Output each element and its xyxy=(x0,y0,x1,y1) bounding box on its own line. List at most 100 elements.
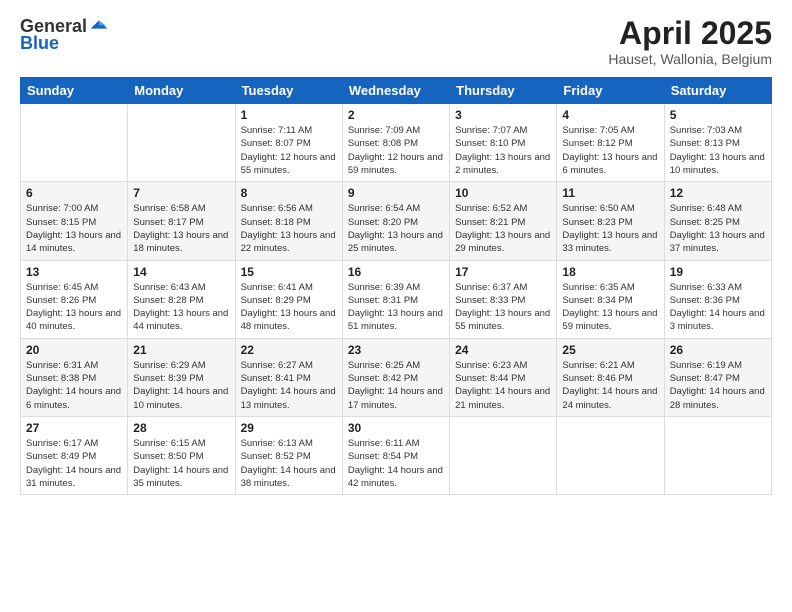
calendar-cell xyxy=(450,416,557,494)
calendar-cell: 25Sunrise: 6:21 AMSunset: 8:46 PMDayligh… xyxy=(557,338,664,416)
day-number: 20 xyxy=(26,343,122,357)
calendar-cell: 11 Sunrise: 6:50 AMSunset: 8:23 PMDayligh… xyxy=(557,182,664,260)
day-info: Sunrise: 6:56 AMSunset: 8:18 PMDaylight:… xyxy=(241,202,337,255)
calendar-header-thursday: Thursday xyxy=(450,78,557,104)
day-info: Sunrise: 6:27 AMSunset: 8:41 PMDaylight:… xyxy=(241,359,337,412)
day-info: Sunrise: 6:19 AMSunset: 8:47 PMDaylight:… xyxy=(670,359,766,412)
day-info: Sunrise: 6:23 AMSunset: 8:44 PMDaylight:… xyxy=(455,359,551,412)
page: General Blue April 2025 Hauset, Wallonia… xyxy=(0,0,792,612)
day-number: 21 xyxy=(133,343,229,357)
calendar-cell: 30Sunrise: 6:11 AMSunset: 8:54 PMDayligh… xyxy=(342,416,449,494)
calendar-header-row: SundayMondayTuesdayWednesdayThursdayFrid… xyxy=(21,78,772,104)
day-info: Sunrise: 6:58 AMSunset: 8:17 PMDaylight:… xyxy=(133,202,229,255)
day-info: Sunrise: 6:43 AMSunset: 8:28 PMDaylight:… xyxy=(133,281,229,334)
calendar-cell: 6Sunrise: 7:00 AMSunset: 8:15 PMDaylight… xyxy=(21,182,128,260)
day-number: 17 xyxy=(455,265,551,279)
day-info: Sunrise: 7:07 AMSunset: 8:10 PMDaylight:… xyxy=(455,124,551,177)
day-info: Sunrise: 6:15 AMSunset: 8:50 PMDaylight:… xyxy=(133,437,229,490)
calendar-week-2: 6Sunrise: 7:00 AMSunset: 8:15 PMDaylight… xyxy=(21,182,772,260)
calendar-cell: 10Sunrise: 6:52 AMSunset: 8:21 PMDayligh… xyxy=(450,182,557,260)
subtitle: Hauset, Wallonia, Belgium xyxy=(608,51,772,67)
day-number: 1 xyxy=(241,108,337,122)
calendar-cell: 7 Sunrise: 6:58 AMSunset: 8:17 PMDaylight… xyxy=(128,182,235,260)
calendar-cell xyxy=(557,416,664,494)
day-number: 15 xyxy=(241,265,337,279)
day-number: 11 xyxy=(562,186,658,200)
calendar-cell: 8 Sunrise: 6:56 AMSunset: 8:18 PMDaylight… xyxy=(235,182,342,260)
day-number: 13 xyxy=(26,265,122,279)
day-info: Sunrise: 6:25 AMSunset: 8:42 PMDaylight:… xyxy=(348,359,444,412)
calendar-cell: 16 Sunrise: 6:39 AMSunset: 8:31 PMDayligh… xyxy=(342,260,449,338)
day-info: Sunrise: 7:11 AMSunset: 8:07 PMDaylight:… xyxy=(241,124,337,177)
calendar-week-3: 13 Sunrise: 6:45 AMSunset: 8:26 PMDayligh… xyxy=(21,260,772,338)
header: General Blue April 2025 Hauset, Wallonia… xyxy=(20,16,772,67)
calendar-cell: 2Sunrise: 7:09 AMSunset: 8:08 PMDaylight… xyxy=(342,104,449,182)
title-section: April 2025 Hauset, Wallonia, Belgium xyxy=(608,16,772,67)
day-number: 14 xyxy=(133,265,229,279)
day-number: 5 xyxy=(670,108,766,122)
calendar-header-tuesday: Tuesday xyxy=(235,78,342,104)
calendar-cell: 13 Sunrise: 6:45 AMSunset: 8:26 PMDayligh… xyxy=(21,260,128,338)
day-number: 7 xyxy=(133,186,229,200)
calendar-cell: 4Sunrise: 7:05 AMSunset: 8:12 PMDaylight… xyxy=(557,104,664,182)
calendar-header-saturday: Saturday xyxy=(664,78,771,104)
day-info: Sunrise: 7:03 AMSunset: 8:13 PMDaylight:… xyxy=(670,124,766,177)
day-number: 2 xyxy=(348,108,444,122)
day-info: Sunrise: 6:37 AMSunset: 8:33 PMDaylight:… xyxy=(455,281,551,334)
day-info: Sunrise: 6:11 AMSunset: 8:54 PMDaylight:… xyxy=(348,437,444,490)
calendar-cell: 23 Sunrise: 6:25 AMSunset: 8:42 PMDayligh… xyxy=(342,338,449,416)
calendar-cell: 28 Sunrise: 6:15 AMSunset: 8:50 PMDayligh… xyxy=(128,416,235,494)
day-info: Sunrise: 6:41 AMSunset: 8:29 PMDaylight:… xyxy=(241,281,337,334)
calendar-cell: 27 Sunrise: 6:17 AMSunset: 8:49 PMDayligh… xyxy=(21,416,128,494)
calendar-header-sunday: Sunday xyxy=(21,78,128,104)
day-number: 24 xyxy=(455,343,551,357)
day-number: 18 xyxy=(562,265,658,279)
day-number: 22 xyxy=(241,343,337,357)
day-info: Sunrise: 6:31 AMSunset: 8:38 PMDaylight:… xyxy=(26,359,122,412)
calendar-header-monday: Monday xyxy=(128,78,235,104)
day-number: 23 xyxy=(348,343,444,357)
calendar-cell: 21 Sunrise: 6:29 AMSunset: 8:39 PMDayligh… xyxy=(128,338,235,416)
day-number: 28 xyxy=(133,421,229,435)
calendar-cell: 29 Sunrise: 6:13 AMSunset: 8:52 PMDayligh… xyxy=(235,416,342,494)
calendar-cell: 22 Sunrise: 6:27 AMSunset: 8:41 PMDayligh… xyxy=(235,338,342,416)
day-number: 29 xyxy=(241,421,337,435)
calendar-cell: 17 Sunrise: 6:37 AMSunset: 8:33 PMDayligh… xyxy=(450,260,557,338)
calendar-week-5: 27 Sunrise: 6:17 AMSunset: 8:49 PMDayligh… xyxy=(21,416,772,494)
calendar-cell xyxy=(21,104,128,182)
day-info: Sunrise: 6:50 AMSunset: 8:23 PMDaylight:… xyxy=(562,202,658,255)
day-number: 4 xyxy=(562,108,658,122)
day-number: 10 xyxy=(455,186,551,200)
day-number: 12 xyxy=(670,186,766,200)
calendar-cell: 19Sunrise: 6:33 AMSunset: 8:36 PMDayligh… xyxy=(664,260,771,338)
calendar-cell: 5 Sunrise: 7:03 AMSunset: 8:13 PMDaylight… xyxy=(664,104,771,182)
day-number: 8 xyxy=(241,186,337,200)
calendar-header-wednesday: Wednesday xyxy=(342,78,449,104)
calendar-cell: 15 Sunrise: 6:41 AMSunset: 8:29 PMDayligh… xyxy=(235,260,342,338)
day-info: Sunrise: 6:45 AMSunset: 8:26 PMDaylight:… xyxy=(26,281,122,334)
calendar-header-friday: Friday xyxy=(557,78,664,104)
calendar-cell: 26Sunrise: 6:19 AMSunset: 8:47 PMDayligh… xyxy=(664,338,771,416)
day-number: 27 xyxy=(26,421,122,435)
calendar: SundayMondayTuesdayWednesdayThursdayFrid… xyxy=(20,77,772,495)
day-number: 6 xyxy=(26,186,122,200)
day-info: Sunrise: 6:29 AMSunset: 8:39 PMDaylight:… xyxy=(133,359,229,412)
day-info: Sunrise: 6:13 AMSunset: 8:52 PMDaylight:… xyxy=(241,437,337,490)
day-number: 25 xyxy=(562,343,658,357)
calendar-cell: 3Sunrise: 7:07 AMSunset: 8:10 PMDaylight… xyxy=(450,104,557,182)
calendar-cell: 12 Sunrise: 6:48 AMSunset: 8:25 PMDayligh… xyxy=(664,182,771,260)
main-title: April 2025 xyxy=(608,16,772,51)
calendar-cell: 18Sunrise: 6:35 AMSunset: 8:34 PMDayligh… xyxy=(557,260,664,338)
calendar-week-4: 20 Sunrise: 6:31 AMSunset: 8:38 PMDayligh… xyxy=(21,338,772,416)
logo-blue: Blue xyxy=(20,33,59,54)
calendar-cell: 9 Sunrise: 6:54 AMSunset: 8:20 PMDaylight… xyxy=(342,182,449,260)
day-info: Sunrise: 6:33 AMSunset: 8:36 PMDaylight:… xyxy=(670,281,766,334)
day-number: 9 xyxy=(348,186,444,200)
calendar-cell xyxy=(664,416,771,494)
calendar-cell: 20 Sunrise: 6:31 AMSunset: 8:38 PMDayligh… xyxy=(21,338,128,416)
day-info: Sunrise: 6:48 AMSunset: 8:25 PMDaylight:… xyxy=(670,202,766,255)
day-number: 16 xyxy=(348,265,444,279)
day-info: Sunrise: 6:54 AMSunset: 8:20 PMDaylight:… xyxy=(348,202,444,255)
day-info: Sunrise: 6:39 AMSunset: 8:31 PMDaylight:… xyxy=(348,281,444,334)
day-info: Sunrise: 6:17 AMSunset: 8:49 PMDaylight:… xyxy=(26,437,122,490)
